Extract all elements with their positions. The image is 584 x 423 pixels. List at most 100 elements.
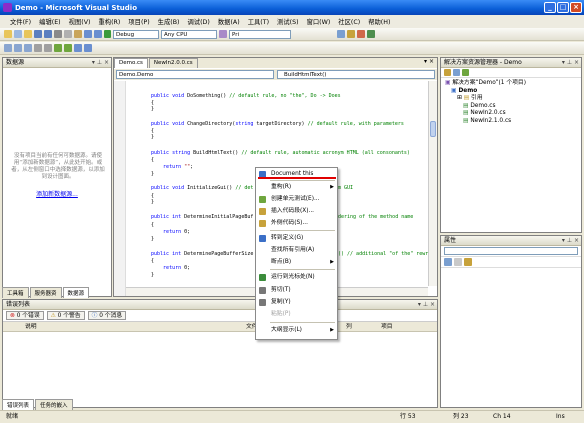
cut-icon[interactable]: [54, 30, 62, 38]
indent-icon[interactable]: [34, 44, 42, 52]
config-select[interactable]: Debug: [113, 29, 159, 39]
add-data-source-link[interactable]: 添加新数据源...: [3, 189, 111, 198]
context-menu-item[interactable]: 运行到光标处(N): [256, 272, 337, 283]
panel-pin-close-icon[interactable]: ▾ ⊥ ×: [562, 236, 579, 246]
tab-error-list[interactable]: 错误列表: [2, 399, 35, 410]
menu-debug[interactable]: 调试(D): [184, 17, 214, 26]
project-node[interactable]: ▣ Demo: [445, 88, 577, 96]
editor-close-icon[interactable]: ▾ ×: [424, 58, 434, 65]
add-item-icon[interactable]: [14, 30, 22, 38]
data-sources-panel: 数据源 ▾ ⊥ × 没有项目当前有任何可数据源。请使用“添加新数据源”，从此处开始…: [2, 57, 112, 297]
panel-pin-close-icon[interactable]: ▾ ⊥ ×: [418, 300, 435, 310]
solution-explorer-icon[interactable]: [337, 30, 345, 38]
redo-icon[interactable]: [94, 30, 102, 38]
column-column[interactable]: 列: [346, 322, 352, 332]
save-all-icon[interactable]: [44, 30, 52, 38]
references-node[interactable]: ⊞ ▤ 引用: [445, 95, 577, 103]
messages-filter-button[interactable]: ⓘ 0 个消息: [87, 311, 127, 320]
show-all-files-icon[interactable]: [453, 69, 460, 76]
categorized-icon[interactable]: [444, 258, 452, 266]
title-bar: Demo - Microsoft Visual Studio _ □ ×: [0, 0, 584, 15]
panel-pin-close-icon[interactable]: ▾ ⊥ ×: [562, 58, 579, 68]
properties-icon[interactable]: [444, 69, 451, 76]
warnings-filter-button[interactable]: ⚠ 0 个警告: [46, 311, 85, 320]
context-menu-item[interactable]: 大纲显示(L) ▶: [256, 325, 337, 336]
member-dropdown[interactable]: BuildHtmlText(): [277, 70, 435, 79]
menu-view[interactable]: 视图(V): [65, 17, 95, 26]
menu-test[interactable]: 测试(S): [273, 17, 303, 26]
menu-refactor[interactable]: 重构(R): [94, 17, 124, 26]
paste-icon[interactable]: [74, 30, 82, 38]
file-node[interactable]: ▤ NewIn2.0.cs: [445, 110, 577, 118]
save-icon[interactable]: [34, 30, 42, 38]
context-menu-item[interactable]: 创建单元测试(E)...: [256, 194, 337, 205]
vertical-scrollbar[interactable]: [428, 81, 437, 286]
alphabetical-icon[interactable]: [454, 258, 462, 266]
minimize-button[interactable]: _: [544, 2, 556, 13]
maximize-button[interactable]: □: [557, 2, 569, 13]
panel-pin-close-icon[interactable]: ▾ ⊥ ×: [92, 58, 109, 68]
properties-icon[interactable]: [347, 30, 355, 38]
context-menu-item[interactable]: 复制(Y): [256, 297, 337, 308]
tab-newin2-cs[interactable]: NewIn2.0.0.cs: [148, 58, 198, 68]
comment-icon[interactable]: [54, 44, 62, 52]
context-menu-item[interactable]: 断点(B) ▶: [256, 257, 337, 268]
menu-edit[interactable]: 编辑(E): [35, 17, 65, 26]
menu-build[interactable]: 生成(B): [154, 17, 184, 26]
toolbox-icon[interactable]: [357, 30, 365, 38]
file-node[interactable]: ▤ Demo.cs: [445, 103, 577, 111]
start-page-icon[interactable]: [367, 30, 375, 38]
context-menu-item[interactable]: 插入代码段(X)...: [256, 206, 337, 217]
find-combo[interactable]: Pri: [229, 29, 291, 39]
code-line: public string BuildHtmlText() // default…: [151, 150, 410, 156]
context-menu-item[interactable]: 查找所有引用(A): [256, 245, 337, 256]
menu-file[interactable]: 文件(F): [6, 17, 35, 26]
error-list-header: 说明 文件 行 列 项目: [3, 322, 437, 332]
refresh-icon[interactable]: [462, 69, 469, 76]
column-description[interactable]: 说明: [25, 322, 37, 332]
solution-root[interactable]: ▣ 解决方案“Demo”(1 个项目): [445, 80, 577, 88]
menu-project[interactable]: 项目(P): [124, 17, 153, 26]
find-icon[interactable]: [219, 30, 227, 38]
new-project-icon[interactable]: [4, 30, 12, 38]
start-debug-icon[interactable]: [104, 30, 111, 38]
copy-icon[interactable]: [64, 30, 72, 38]
submenu-arrow-icon: ▶: [330, 259, 334, 265]
bookmark-icon[interactable]: [74, 44, 82, 52]
platform-select[interactable]: Any CPU: [161, 29, 217, 39]
list-members-icon[interactable]: [4, 44, 12, 52]
menu-community[interactable]: 社区(C): [334, 17, 364, 26]
context-menu-item[interactable]: 转到定义(G): [256, 233, 337, 244]
tab-data-sources[interactable]: 数据源: [62, 287, 90, 298]
context-menu-item[interactable]: 外侧代码(S)...: [256, 218, 337, 229]
menu-help[interactable]: 帮助(H): [364, 17, 394, 26]
status-char: Ch 14: [493, 413, 511, 420]
undo-icon[interactable]: [84, 30, 92, 38]
param-info-icon[interactable]: [14, 44, 22, 52]
tab-toolbox[interactable]: 工具箱: [2, 287, 29, 298]
uncomment-icon[interactable]: [64, 44, 72, 52]
next-bookmark-icon[interactable]: [84, 44, 92, 52]
menu-data[interactable]: 数据(A): [214, 17, 244, 26]
scroll-thumb[interactable]: [430, 121, 436, 137]
data-sources-message: 没有项目当前有任何可数据源。请使用“添加新数据源”，从此处开始。或者，从左侧窗口…: [11, 153, 105, 180]
column-project[interactable]: 项目: [381, 322, 393, 332]
status-ready: 就绪: [6, 413, 19, 420]
errors-filter-button[interactable]: ⊗ 0 个错误: [6, 311, 44, 320]
menu-tools[interactable]: 工具(T): [244, 17, 273, 26]
tab-server-explorer[interactable]: 服务器资: [29, 287, 62, 298]
quick-info-icon[interactable]: [24, 44, 32, 52]
expand-icon[interactable]: ⊞: [457, 95, 464, 101]
close-button[interactable]: ×: [570, 2, 582, 13]
tab-task-list[interactable]: 任务的嵌入: [35, 399, 73, 410]
menu-window[interactable]: 窗口(W): [303, 17, 335, 26]
object-select[interactable]: [444, 247, 578, 255]
file-node[interactable]: ▤ NewIn2.1.0.cs: [445, 118, 577, 126]
property-pages-icon[interactable]: [464, 258, 472, 266]
class-dropdown[interactable]: Demo.Demo: [116, 70, 274, 79]
context-menu-item[interactable]: 剪切(T): [256, 285, 337, 296]
open-icon[interactable]: [24, 30, 32, 38]
tab-demo-cs[interactable]: Demo.cs: [114, 58, 148, 68]
outdent-icon[interactable]: [44, 44, 52, 52]
context-menu-item[interactable]: 重构(R) ▶: [256, 182, 337, 193]
